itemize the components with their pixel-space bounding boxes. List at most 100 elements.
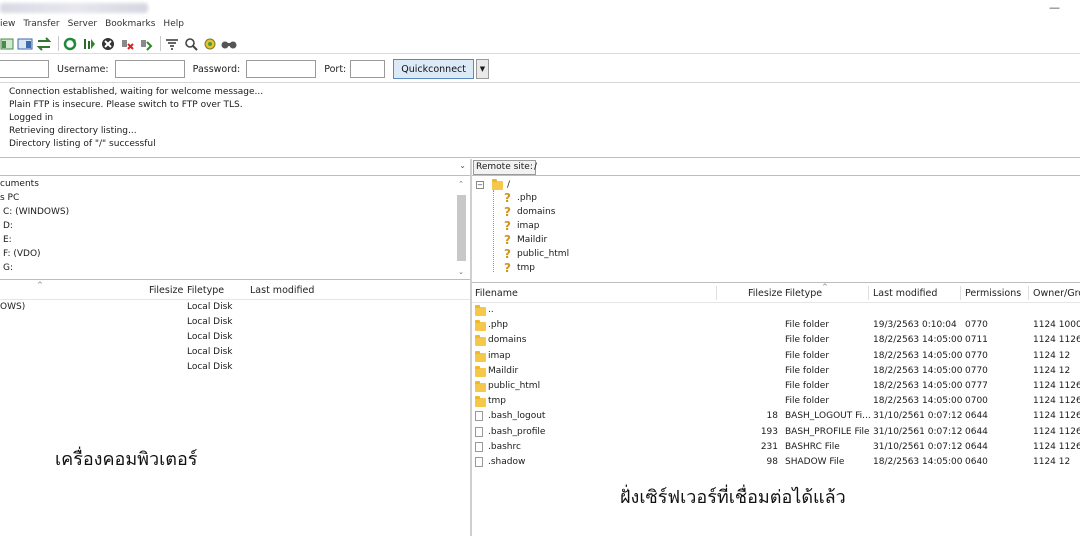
scroll-down-icon[interactable]: ⌄	[456, 267, 466, 277]
refresh-icon[interactable]	[62, 36, 78, 52]
disconnect-icon[interactable]	[119, 36, 135, 52]
column-filesize[interactable]: Filesize	[149, 285, 183, 296]
table-row[interactable]: imap File folder 18/2/2563 14:05:00 0770 112…	[472, 349, 1080, 364]
table-row[interactable]: public_html File folder 18/2/2563 14:05:00…	[472, 379, 1080, 394]
toggle-transfer-queue-icon[interactable]	[36, 36, 52, 52]
column-permissions[interactable]: Permissions	[965, 288, 1021, 299]
tree-item-drive-c[interactable]: C: (WINDOWS)	[0, 205, 470, 219]
scroll-thumb[interactable]	[456, 195, 466, 261]
folder-link-icon	[475, 380, 486, 392]
cell-permissions: 0700	[965, 396, 988, 407]
tree-item-domains[interactable]: ? domains	[504, 205, 555, 219]
tree-item-drive-f[interactable]: F: (VDO)	[0, 247, 470, 261]
menu-bookmarks[interactable]: Bookmarks	[105, 19, 155, 33]
cell-owner: 1124 1126	[1033, 380, 1080, 391]
scroll-up-icon[interactable]: ⌃	[456, 179, 466, 189]
cell-name: imap	[488, 350, 511, 361]
column-divider[interactable]	[1028, 286, 1029, 300]
column-owner-group[interactable]: Owner/Gro	[1033, 288, 1080, 299]
cancel-operation-icon[interactable]	[100, 36, 116, 52]
table-row[interactable]: domains File folder 18/2/2563 14:05:00 0711…	[472, 333, 1080, 348]
toggle-local-tree-icon[interactable]	[0, 36, 14, 52]
cell-owner: 1124 1126	[1033, 441, 1080, 452]
cell-owner: 1124 1126	[1033, 426, 1080, 437]
table-row[interactable]: ..	[472, 303, 1080, 318]
local-file-list: ^ Filesize Filetype Last modified OWS) L…	[0, 281, 470, 536]
tree-item-documents[interactable]: cuments	[0, 177, 470, 191]
quickconnect-button[interactable]: Quickconnect	[393, 59, 474, 79]
toggle-remote-tree-icon[interactable]	[17, 36, 33, 52]
menu-transfer[interactable]: Transfer	[23, 19, 59, 33]
process-queue-icon[interactable]	[81, 36, 97, 52]
find-files-icon[interactable]	[221, 36, 237, 52]
menu-help[interactable]: Help	[163, 19, 184, 33]
username-input[interactable]	[114, 60, 185, 78]
local-site-path[interactable]: ⌄	[0, 159, 470, 176]
table-row[interactable]: .bashrc 231 BASHRC File 31/10/2561 0:07:12 0…	[472, 440, 1080, 455]
sync-browsing-icon[interactable]	[202, 36, 218, 52]
log-line: Plain FTP is insecure. Please switch to …	[9, 100, 243, 110]
chevron-down-icon[interactable]: ⌄	[459, 161, 466, 170]
table-row[interactable]: .php File folder 19/3/2563 0:10:04 0770 1124…	[472, 318, 1080, 333]
cell-owner: 1124 12	[1033, 365, 1071, 376]
menu-view[interactable]: iew	[0, 19, 15, 33]
column-filesize[interactable]: Filesize	[748, 288, 782, 299]
column-divider[interactable]	[716, 286, 717, 300]
remote-site-path-input[interactable]: /	[534, 162, 537, 172]
cell-name: domains	[488, 335, 527, 346]
tree-item-root[interactable]: − /	[476, 178, 510, 192]
table-row[interactable]: .shadow 98 SHADOW File 18/2/2563 14:05:00 06…	[472, 455, 1080, 470]
table-row[interactable]: tmp File folder 18/2/2563 14:05:00 0700 1124…	[472, 394, 1080, 409]
column-last-modified[interactable]: Last modified	[250, 285, 314, 296]
password-input[interactable]	[246, 60, 317, 78]
cell-permissions: 0770	[965, 350, 988, 361]
tree-item-drive-d[interactable]: D:	[0, 219, 470, 233]
table-row[interactable]: Local Disk	[0, 315, 470, 330]
table-row[interactable]: Local Disk	[0, 330, 470, 345]
table-row[interactable]: OWS) Local Disk	[0, 300, 470, 315]
column-divider[interactable]	[960, 286, 961, 300]
table-row[interactable]: Local Disk	[0, 345, 470, 360]
cell-owner: 1124 1126	[1033, 396, 1080, 407]
filter-icon[interactable]	[164, 36, 180, 52]
cell-type: Local Disk	[187, 332, 233, 342]
column-filetype[interactable]: Filetype	[187, 285, 224, 296]
tree-item-tmp[interactable]: ? tmp	[504, 261, 535, 275]
collapse-icon[interactable]: −	[476, 181, 484, 189]
tree-item-php[interactable]: ? .php	[504, 191, 537, 205]
log-line: Connection established, waiting for welc…	[9, 87, 264, 97]
tree-item-imap[interactable]: ? imap	[504, 219, 540, 233]
cell-owner: 1124 1126	[1033, 411, 1080, 422]
minimize-button[interactable]: —	[1049, 1, 1060, 14]
port-input[interactable]	[350, 60, 386, 78]
cell-name: tmp	[488, 396, 507, 407]
table-row[interactable]: Local Disk	[0, 360, 470, 375]
table-row[interactable]: .bash_logout 18 BASH_LOGOUT Fi... 31/10/256…	[472, 409, 1080, 424]
column-last-modified[interactable]: Last modified	[873, 288, 937, 299]
file-icon	[475, 441, 483, 452]
tree-item-drive-g[interactable]: G:	[0, 261, 470, 275]
table-row[interactable]: .bash_profile 193 BASH_PROFILE File 31/10/2…	[472, 425, 1080, 440]
column-divider[interactable]	[868, 286, 869, 300]
cell-type: File folder	[785, 396, 830, 407]
compare-directories-icon[interactable]	[183, 36, 199, 52]
column-filetype[interactable]: Filetype	[785, 288, 822, 299]
reconnect-icon[interactable]	[138, 36, 154, 52]
tree-item-public-html[interactable]: ? public_html	[504, 247, 569, 261]
table-row[interactable]: Maildir File folder 18/2/2563 14:05:00 0770…	[472, 364, 1080, 379]
tree-item-this-pc[interactable]: s PC	[0, 191, 470, 205]
column-filename[interactable]: Filename	[475, 288, 518, 299]
tree-item-maildir[interactable]: ? Maildir	[504, 233, 547, 247]
quickconnect-dropdown-icon[interactable]: ▼	[476, 59, 489, 79]
cell-name: OWS)	[0, 302, 26, 312]
host-input[interactable]	[0, 60, 49, 78]
file-icon	[475, 426, 483, 437]
folder-icon	[492, 178, 503, 190]
local-tree-scrollbar[interactable]: ⌃ ⌄	[456, 179, 466, 278]
cell-owner: 1124 1126	[1033, 335, 1080, 346]
cell-name: .bashrc	[488, 441, 521, 452]
tree-item-drive-e[interactable]: E:	[0, 233, 470, 247]
menu-server[interactable]: Server	[68, 19, 98, 33]
cell-size: 231	[760, 441, 778, 452]
cell-modified: 18/2/2563 14:05:00	[873, 350, 963, 361]
